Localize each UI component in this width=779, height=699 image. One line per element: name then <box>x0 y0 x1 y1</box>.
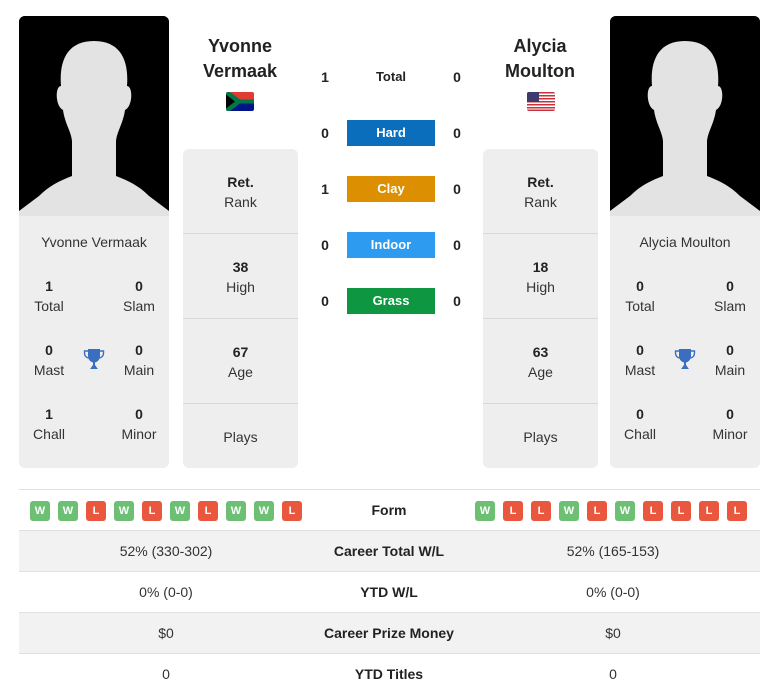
trophy-icon <box>674 349 696 369</box>
player2-name[interactable]: Alycia Moulton <box>610 234 760 250</box>
player1-titles-card: Yvonne Vermaak 1 Total 0 Slam 0 Mast 0 Main … <box>19 216 169 468</box>
avatar-silhouette-icon <box>19 16 169 216</box>
h2h-total-row: 1 Total 0 <box>305 64 475 90</box>
indoor-surface-badge[interactable]: Indoor <box>347 232 435 258</box>
form-badge[interactable]: W <box>170 501 190 521</box>
form-badge[interactable]: W <box>559 501 579 521</box>
h2h-hard-row: 0 Hard 0 <box>305 120 475 146</box>
stat-row-ytd-titles: 0 YTD Titles 0 <box>19 653 760 694</box>
usa-flag-icon <box>527 92 555 111</box>
player2-plays: Plays <box>523 429 558 445</box>
clay-surface-badge[interactable]: Clay <box>347 176 435 202</box>
form-badge[interactable]: L <box>643 501 663 521</box>
player2-mast-titles: 0 Mast <box>624 342 656 378</box>
form-badge[interactable]: L <box>727 501 747 521</box>
player2-titles-card: Alycia Moulton 0 Total 0 Slam 0 Mast 0 Main … <box>610 216 760 468</box>
player2-main-titles: 0 Main <box>714 342 746 378</box>
player1-plays: Plays <box>223 429 258 445</box>
trophy-icon <box>83 349 105 369</box>
divider <box>483 233 598 234</box>
player1-chall-titles: 1 Chall <box>33 406 65 442</box>
player2-minor-titles: 0 Minor <box>712 406 748 442</box>
player1-slam-titles: 0 Slam <box>123 278 155 314</box>
player2-high: 18 High <box>526 259 555 295</box>
divider <box>183 403 298 404</box>
grass-surface-badge[interactable]: Grass <box>347 288 435 314</box>
form-badge[interactable]: W <box>226 501 246 521</box>
player2-name-header[interactable]: Alycia Moulton <box>475 34 605 84</box>
form-row: W W L W L W L W W L Form W L L W L W L L… <box>19 489 760 530</box>
player1-name-header[interactable]: Yvonne Vermaak <box>175 34 305 84</box>
form-badge[interactable]: W <box>615 501 635 521</box>
player2-slam-titles: 0 Slam <box>714 278 746 314</box>
form-badge[interactable]: L <box>699 501 719 521</box>
player1-total-titles: 1 Total <box>34 278 64 314</box>
form-badge[interactable]: L <box>531 501 551 521</box>
player2-rank-box: Ret. Rank 18 High 63 Age Plays <box>483 149 598 468</box>
player1-main-titles: 0 Main <box>123 342 155 378</box>
player1-name[interactable]: Yvonne Vermaak <box>19 234 169 250</box>
player1-rank: Ret. Rank <box>224 174 257 210</box>
player2-total-titles: 0 Total <box>625 278 655 314</box>
h2h-clay-row: 1 Clay 0 <box>305 176 475 202</box>
player2-chall-titles: 0 Chall <box>624 406 656 442</box>
form-badge[interactable]: L <box>671 501 691 521</box>
player2-age: 63 Age <box>528 344 553 380</box>
stat-row-ytd-wl: 0% (0-0) YTD W/L 0% (0-0) <box>19 571 760 612</box>
player1-mast-titles: 0 Mast <box>33 342 65 378</box>
player1-form: W W L W L W L W W L <box>30 501 302 521</box>
player2-photo <box>610 16 760 216</box>
avatar-silhouette-icon <box>610 16 760 216</box>
divider <box>483 318 598 319</box>
player1-age: 67 Age <box>228 344 253 380</box>
player1-rank-box: Ret. Rank 38 High 67 Age Plays <box>183 149 298 468</box>
h2h-total-label: Total <box>375 69 407 84</box>
form-badge[interactable]: L <box>503 501 523 521</box>
player1-high: 38 High <box>226 259 255 295</box>
form-badge[interactable]: L <box>198 501 218 521</box>
divider <box>483 403 598 404</box>
player2-rank: Ret. Rank <box>524 174 557 210</box>
south-africa-flag-icon <box>226 92 254 111</box>
player1-photo <box>19 16 169 216</box>
form-badge[interactable]: W <box>58 501 78 521</box>
form-badge[interactable]: W <box>475 501 495 521</box>
player1-minor-titles: 0 Minor <box>121 406 157 442</box>
form-badge[interactable]: L <box>282 501 302 521</box>
h2h-indoor-row: 0 Indoor 0 <box>305 232 475 258</box>
form-badge[interactable]: L <box>86 501 106 521</box>
form-badge[interactable]: W <box>254 501 274 521</box>
stat-row-career-wl: 52% (330-302) Career Total W/L 52% (165-… <box>19 530 760 571</box>
form-badge[interactable]: W <box>114 501 134 521</box>
player2-form: W L L W L W L L L L <box>475 501 747 521</box>
h2h-grass-row: 0 Grass 0 <box>305 288 475 314</box>
stat-row-prize-money: $0 Career Prize Money $0 <box>19 612 760 653</box>
form-badge[interactable]: W <box>30 501 50 521</box>
hard-surface-badge[interactable]: Hard <box>347 120 435 146</box>
form-label: Form <box>371 502 407 518</box>
divider <box>183 318 298 319</box>
divider <box>183 233 298 234</box>
form-badge[interactable]: L <box>587 501 607 521</box>
form-badge[interactable]: L <box>142 501 162 521</box>
